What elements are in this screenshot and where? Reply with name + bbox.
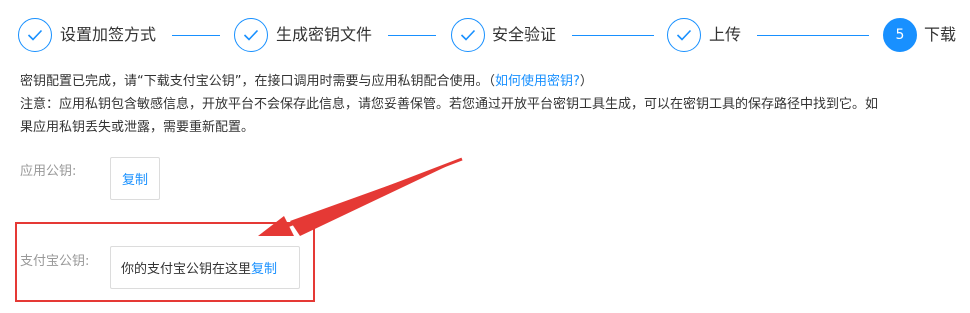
annotation-arrow xyxy=(258,157,463,236)
